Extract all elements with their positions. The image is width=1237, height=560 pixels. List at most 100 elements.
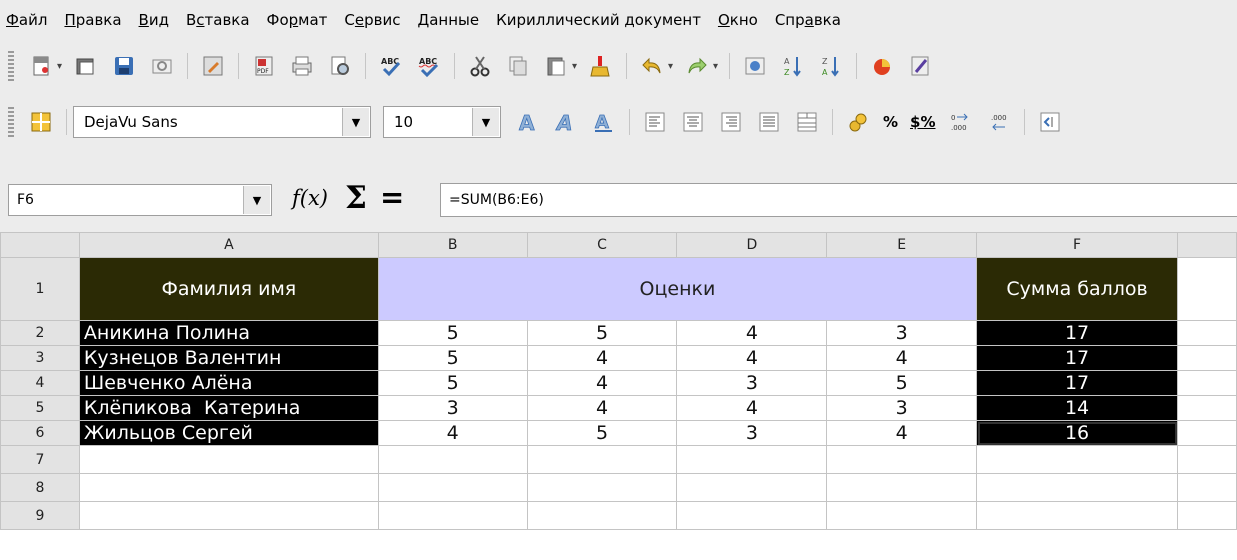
email-icon[interactable] bbox=[148, 52, 176, 80]
chevron-down-icon[interactable]: ▾ bbox=[572, 61, 580, 72]
edit-file-icon[interactable] bbox=[199, 52, 227, 80]
cell-reference[interactable]: F6 bbox=[9, 192, 243, 208]
cell-sum[interactable]: 14 bbox=[976, 395, 1179, 421]
chevron-down-icon[interactable]: ▾ bbox=[713, 61, 721, 72]
menu-insert[interactable]: Вставка bbox=[180, 11, 261, 29]
cell-name[interactable]: Кузнецов Валентин bbox=[78, 345, 379, 371]
cell-empty[interactable] bbox=[78, 473, 379, 502]
column-header-e[interactable]: E bbox=[826, 232, 978, 258]
cell-empty[interactable] bbox=[1177, 473, 1237, 502]
cell-empty[interactable] bbox=[377, 473, 528, 502]
menu-window[interactable]: Окно bbox=[712, 11, 769, 29]
cell-empty[interactable] bbox=[78, 501, 379, 530]
cell-empty[interactable] bbox=[526, 501, 678, 530]
cell-score[interactable]: 5 bbox=[377, 345, 528, 371]
row-header[interactable]: 6 bbox=[0, 420, 80, 446]
cell-name[interactable]: Клёпикова Катерина bbox=[78, 395, 379, 421]
column-header-a[interactable]: A bbox=[78, 232, 379, 258]
cell-empty[interactable] bbox=[1177, 445, 1237, 474]
chart-icon[interactable] bbox=[868, 52, 896, 80]
function-wizard-icon[interactable]: f(x) bbox=[292, 186, 328, 210]
cell-score[interactable]: 5 bbox=[377, 320, 528, 346]
align-right-icon[interactable] bbox=[717, 108, 745, 136]
cell-sum[interactable]: 17 bbox=[976, 320, 1179, 346]
menu-cyrillic-document[interactable]: Кириллический документ bbox=[490, 11, 712, 29]
autospellcheck-icon[interactable]: ABC bbox=[415, 52, 443, 80]
menu-view[interactable]: Вид bbox=[133, 11, 180, 29]
column-header-d[interactable]: D bbox=[676, 232, 828, 258]
row-header[interactable]: 1 bbox=[0, 257, 80, 321]
export-pdf-icon[interactable]: PDF bbox=[250, 52, 278, 80]
spellcheck-icon[interactable]: ABC bbox=[377, 52, 405, 80]
menu-edit[interactable]: Правка bbox=[58, 11, 132, 29]
cell-empty[interactable] bbox=[826, 445, 978, 474]
chevron-down-icon[interactable]: ▼ bbox=[342, 108, 369, 136]
row-header[interactable]: 3 bbox=[0, 345, 80, 371]
add-decimal-icon[interactable]: 0 .000 bbox=[947, 108, 975, 136]
new-document-icon[interactable] bbox=[27, 52, 55, 80]
cell-empty[interactable] bbox=[1177, 395, 1237, 421]
cell-empty[interactable] bbox=[526, 445, 678, 474]
cell-empty[interactable] bbox=[526, 473, 678, 502]
column-header-c[interactable]: C bbox=[526, 232, 678, 258]
open-icon[interactable] bbox=[72, 52, 100, 80]
cell-b1-merged[interactable]: Оценки bbox=[377, 257, 978, 321]
formula-input[interactable]: =SUM(B6:E6) bbox=[440, 183, 1237, 217]
italic-icon[interactable]: A bbox=[552, 108, 580, 136]
font-size-box[interactable]: 10 ▼ bbox=[383, 106, 501, 138]
save-icon[interactable] bbox=[110, 52, 138, 80]
row-header[interactable]: 2 bbox=[0, 320, 80, 346]
column-header-f[interactable]: F bbox=[976, 232, 1179, 258]
copy-icon[interactable] bbox=[504, 52, 532, 80]
cell-a1[interactable]: Фамилия имя bbox=[78, 257, 379, 321]
cell-score[interactable]: 3 bbox=[377, 395, 528, 421]
cell-empty[interactable] bbox=[976, 445, 1179, 474]
cell-name[interactable]: Жильцов Сергей bbox=[78, 420, 379, 446]
justify-icon[interactable] bbox=[755, 108, 783, 136]
menu-help[interactable]: Справка bbox=[769, 11, 852, 29]
font-name-value[interactable]: DejaVu Sans bbox=[74, 113, 342, 131]
cell-empty[interactable] bbox=[976, 473, 1179, 502]
select-all-corner[interactable] bbox=[0, 232, 80, 258]
row-header[interactable]: 9 bbox=[0, 501, 80, 530]
standard-format-button[interactable]: $% bbox=[910, 113, 935, 131]
print-icon[interactable] bbox=[288, 52, 316, 80]
sort-descending-icon[interactable]: ZA bbox=[817, 52, 845, 80]
bold-icon[interactable]: A bbox=[514, 108, 542, 136]
chevron-down-icon[interactable]: ▾ bbox=[57, 61, 65, 72]
column-header-g[interactable] bbox=[1177, 232, 1237, 258]
menu-tools[interactable]: Сервис bbox=[338, 11, 411, 29]
cell-score[interactable]: 3 bbox=[826, 320, 978, 346]
cell-score[interactable]: 4 bbox=[826, 420, 978, 446]
sum-icon[interactable]: Σ bbox=[345, 180, 367, 216]
cell-empty[interactable] bbox=[377, 501, 528, 530]
styles-icon[interactable] bbox=[27, 108, 55, 136]
menu-format[interactable]: Формат bbox=[261, 11, 339, 29]
paste-icon[interactable] bbox=[542, 52, 570, 80]
cell-sum[interactable]: 17 bbox=[976, 345, 1179, 371]
cell-score[interactable]: 3 bbox=[826, 395, 978, 421]
chevron-down-icon[interactable]: ▾ bbox=[668, 61, 676, 72]
align-center-icon[interactable] bbox=[679, 108, 707, 136]
chevron-down-icon[interactable]: ▼ bbox=[243, 186, 270, 214]
column-header-b[interactable]: B bbox=[377, 232, 528, 258]
cell-sum[interactable]: 17 bbox=[976, 370, 1179, 396]
decrease-indent-icon[interactable] bbox=[1036, 108, 1064, 136]
cell-empty[interactable] bbox=[676, 445, 828, 474]
cell-empty[interactable] bbox=[676, 501, 828, 530]
cell-f1[interactable]: Сумма баллов bbox=[976, 257, 1179, 321]
cell-empty[interactable] bbox=[826, 473, 978, 502]
row-header[interactable]: 8 bbox=[0, 473, 80, 502]
menu-file[interactable]: Файл bbox=[0, 11, 58, 29]
cell-score[interactable]: 4 bbox=[377, 420, 528, 446]
toolbar-grip[interactable] bbox=[8, 107, 14, 137]
hyperlink-icon[interactable] bbox=[741, 52, 769, 80]
cell-score[interactable]: 4 bbox=[676, 345, 828, 371]
cell-score[interactable]: 4 bbox=[526, 395, 678, 421]
cell-score[interactable]: 5 bbox=[526, 420, 678, 446]
percent-format-button[interactable]: % bbox=[883, 113, 898, 131]
formula-text[interactable]: =SUM(B6:E6) bbox=[441, 192, 544, 208]
font-name-box[interactable]: DejaVu Sans ▼ bbox=[73, 106, 371, 138]
cell-score[interactable]: 5 bbox=[826, 370, 978, 396]
cell-name[interactable]: Шевченко Алёна bbox=[78, 370, 379, 396]
